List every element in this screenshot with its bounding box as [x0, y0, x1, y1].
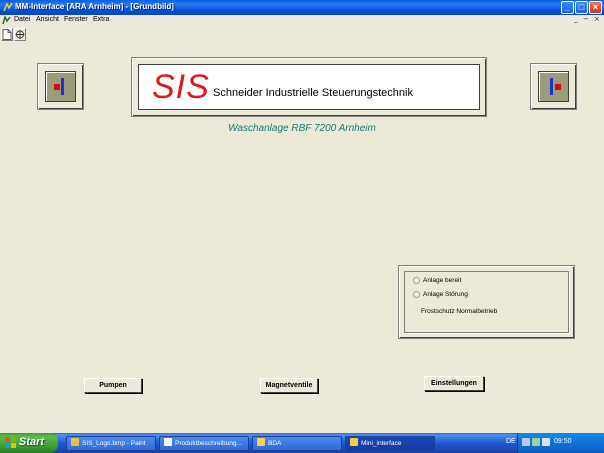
left-logo [37, 63, 84, 110]
folder-icon [257, 438, 265, 446]
paint-icon [71, 438, 79, 446]
menu-bar: Datei Ansicht Fenster Extra _ − × [0, 15, 604, 27]
menu-ansicht[interactable]: Ansicht [36, 16, 59, 23]
sis-logo-text: SIS [152, 68, 210, 106]
new-document-button[interactable] [1, 28, 13, 41]
fault-label: Anlage Störung [423, 291, 468, 299]
right-logo-tile [538, 71, 569, 102]
window-title: MM-Interface [ARA Arnheim] - [Grundbild] [15, 2, 174, 11]
status-ready: Anlage bereit [413, 277, 461, 284]
maximize-button[interactable]: □ [575, 1, 588, 14]
start-label: Start [19, 436, 45, 448]
document-icon [164, 438, 172, 446]
minimize-button[interactable]: _ [561, 1, 574, 14]
speaker-icon[interactable] [532, 438, 540, 446]
mini-interface-icon [350, 438, 358, 446]
task-paint[interactable]: SIS_Logo.bmp - Paint [66, 436, 156, 451]
language-indicator[interactable]: DE [506, 438, 516, 445]
task-mini-interface-label: Mini_interface [361, 440, 402, 447]
taskbar: Start SIS_Logo.bmp - Paint Produktbeschr… [0, 433, 604, 453]
start-button[interactable]: Start [0, 433, 58, 453]
task-document-label: Produktbeschreibung... [175, 440, 242, 447]
mdi-close-button[interactable]: × [594, 15, 600, 23]
pumps-button[interactable]: Pumpen [84, 378, 142, 393]
clock: 09:50 [554, 438, 572, 445]
new-document-icon [2, 29, 12, 40]
mdi-document-icon[interactable] [2, 16, 11, 25]
left-logo-tile [45, 71, 76, 102]
settings-button[interactable]: Einstellungen [424, 376, 484, 391]
menu-extra[interactable]: Extra [93, 16, 109, 23]
close-button[interactable]: × [589, 1, 602, 14]
ready-label: Anlage bereit [423, 277, 462, 285]
ready-indicator [413, 277, 420, 284]
task-paint-label: SIS_Logo.bmp - Paint [82, 440, 146, 447]
task-document[interactable]: Produktbeschreibung... [159, 436, 249, 451]
task-mini-interface[interactable]: Mini_interface [345, 436, 435, 451]
app-icon [3, 2, 13, 12]
task-folder[interactable]: BDA [252, 436, 342, 451]
windows-flag-icon [5, 437, 16, 448]
status-fault: Anlage Störung [413, 291, 468, 298]
mdi-minimize-button[interactable]: _ [574, 15, 578, 23]
toolbar [0, 27, 604, 43]
right-logo-blue-bar [550, 78, 553, 95]
network-icon[interactable] [522, 438, 530, 446]
task-folder-label: BDA [268, 440, 282, 447]
company-name: Schneider Industrielle Steuerungstechnik [213, 87, 413, 99]
status-panel: Anlage bereit Anlage Störung Frostschutz… [398, 265, 575, 339]
company-logo: SIS Schneider Industrielle Steuerungstec… [138, 64, 480, 110]
menu-fenster[interactable]: Fenster [64, 16, 88, 23]
right-logo [530, 63, 577, 110]
menu-datei[interactable]: Datei [14, 16, 30, 23]
move-icon [15, 30, 25, 39]
display-icon[interactable] [542, 438, 550, 446]
main-view: SIS Schneider Industrielle Steuerungstec… [0, 43, 604, 433]
frost-status: Frostschutz Normalbetrieb [421, 308, 498, 315]
fault-indicator [413, 291, 420, 298]
right-logo-red-square [555, 84, 561, 90]
title-bar[interactable]: MM-Interface [ARA Arnheim] - [Grundbild]… [0, 0, 604, 15]
valves-button[interactable]: Magnetventile [260, 378, 318, 393]
mdi-restore-button[interactable]: − [583, 15, 589, 23]
company-logo-frame: SIS Schneider Industrielle Steuerungstec… [131, 57, 487, 117]
system-tray: 09:50 [517, 433, 604, 453]
move-button[interactable] [14, 28, 26, 41]
left-logo-red-square [54, 84, 60, 90]
plant-subtitle: Waschanlage RBF 7200 Arnheim [228, 123, 376, 134]
left-logo-blue-bar [61, 78, 64, 95]
